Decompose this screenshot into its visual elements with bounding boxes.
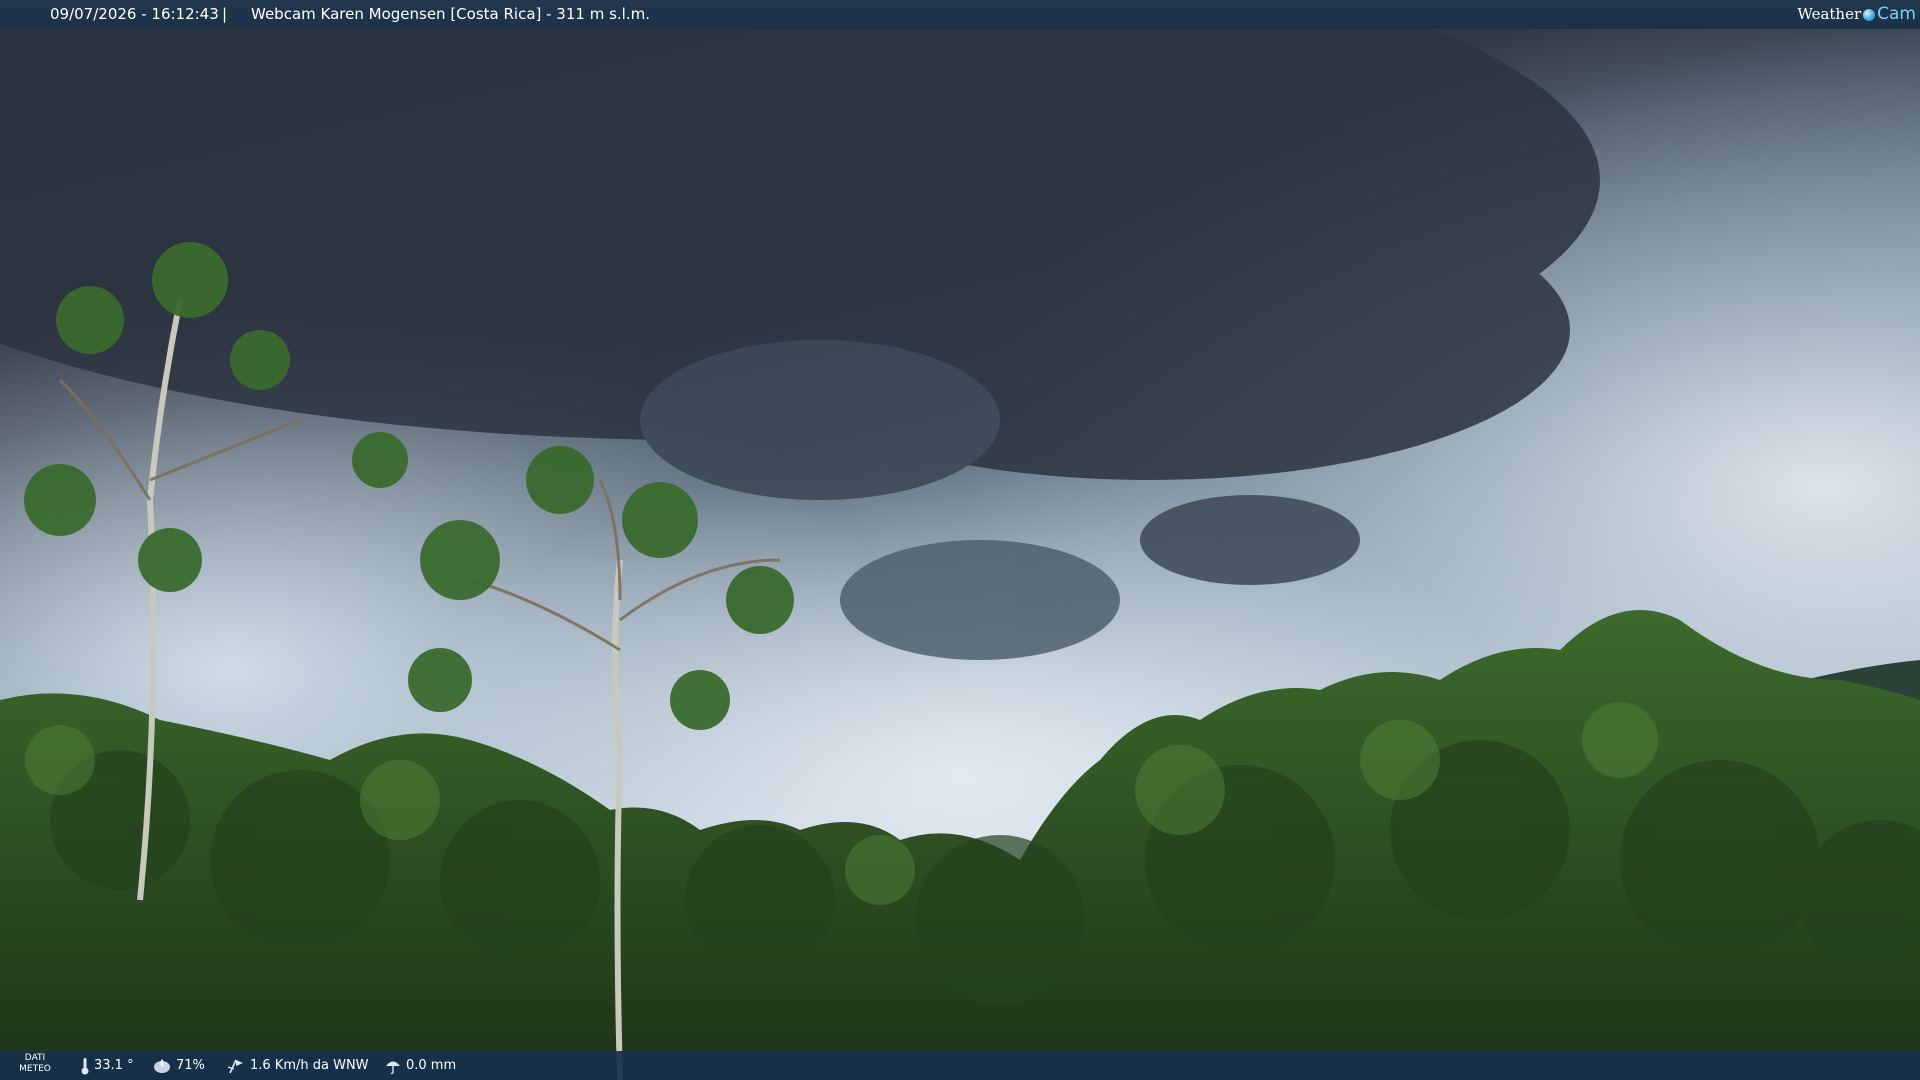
header-separator: | bbox=[222, 5, 228, 23]
meteo-data-label: DATI METEO bbox=[14, 1053, 56, 1075]
humidity-icon bbox=[154, 1058, 170, 1073]
temperature-value: 33.1 ° bbox=[94, 1058, 134, 1073]
rain-readout: 0.0 mm bbox=[384, 1051, 456, 1080]
weathercam-logo[interactable]: Weather Cam bbox=[1797, 0, 1916, 29]
webcam-image bbox=[0, 0, 1920, 1080]
wind-value: 1.6 Km/h da WNW bbox=[250, 1058, 369, 1073]
rain-value: 0.0 mm bbox=[406, 1058, 457, 1073]
top-info-bar: 09/07/2026 - 16:12:43 | Webcam Karen Mog… bbox=[0, 0, 1920, 29]
wind-readout: 1.6 Km/h da WNW bbox=[226, 1051, 369, 1080]
humidity-value: 71% bbox=[176, 1058, 205, 1073]
timestamp: 09/07/2026 - 16:12:43 bbox=[50, 5, 219, 23]
weather-data-bar: DATI METEO 33.1 ° 71% 1.6 Km/h da WNW 0.… bbox=[0, 1051, 1920, 1080]
thermometer-icon bbox=[81, 1057, 89, 1074]
brand-word: Weather bbox=[1797, 5, 1862, 23]
meteo-label-line1: DATI bbox=[24, 1053, 46, 1063]
webcam-title: Webcam Karen Mogensen [Costa Rica] - 311… bbox=[251, 5, 650, 23]
globe-icon bbox=[1863, 8, 1876, 21]
wind-icon bbox=[227, 1059, 243, 1073]
humidity-readout: 71% bbox=[152, 1051, 205, 1080]
temperature-readout: 33.1 ° bbox=[80, 1051, 134, 1080]
rain-icon bbox=[386, 1061, 400, 1074]
brand-suffix: Cam bbox=[1877, 4, 1916, 24]
meteo-label-line2: METEO bbox=[19, 1064, 51, 1074]
